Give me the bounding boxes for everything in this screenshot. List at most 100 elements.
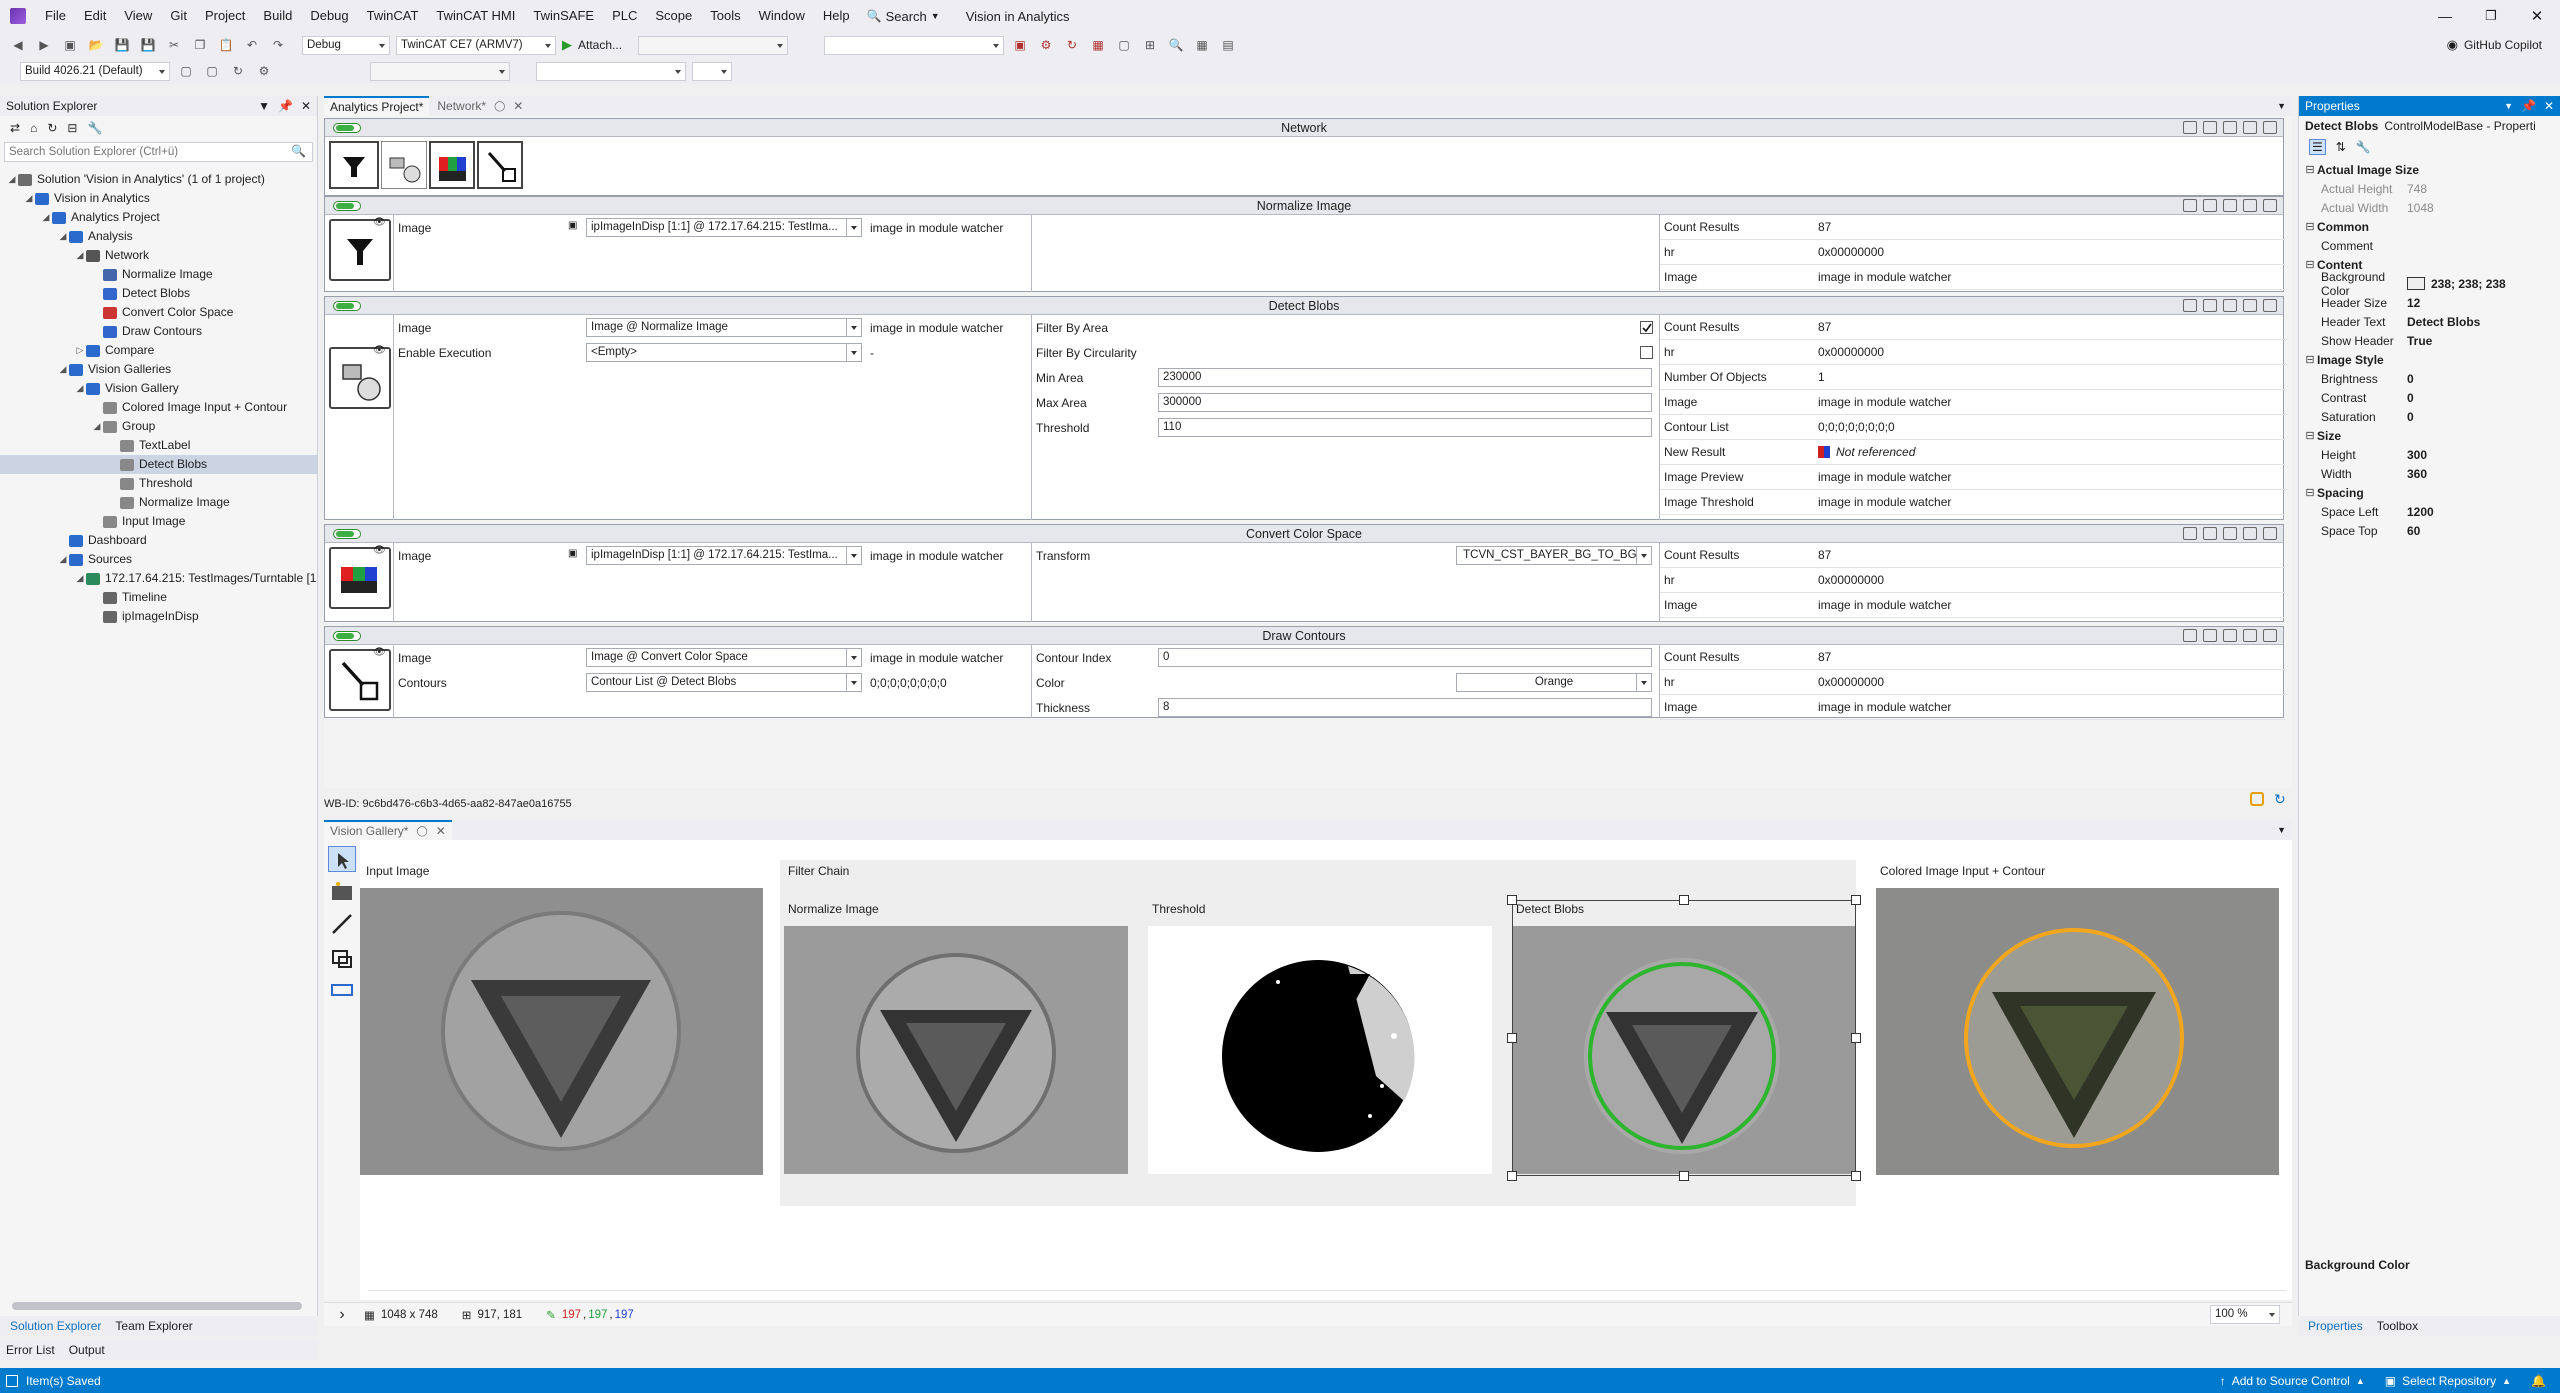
tree-item[interactable]: Convert Color Space xyxy=(0,303,317,322)
parameter-checkbox[interactable] xyxy=(1640,346,1653,359)
build-select[interactable]: Build 4026.21 (Default) xyxy=(20,61,170,81)
tab-output[interactable]: Output xyxy=(69,1343,105,1357)
module-preview-eye-icon[interactable]: 👁 xyxy=(373,545,386,556)
module-monitor-icon[interactable] xyxy=(2183,299,2197,312)
property-row[interactable]: Background Color 238; 238; 238 xyxy=(2303,270,2560,298)
property-object-selector[interactable]: Detect Blobs ControlModelBase - Properti xyxy=(2299,116,2560,136)
parameter-select[interactable]: Orange xyxy=(1456,673,1652,692)
threshold-image[interactable] xyxy=(1148,926,1492,1174)
menu-twincat-hmi[interactable]: TwinCAT HMI xyxy=(427,0,524,32)
menu-tools[interactable]: Tools xyxy=(701,0,749,32)
tree-item[interactable]: ▷ Compare xyxy=(0,341,317,360)
tab-analytics-project[interactable]: Analytics Project* xyxy=(324,96,430,116)
image-tool-icon[interactable] xyxy=(330,880,354,905)
menu-plc[interactable]: PLC xyxy=(603,0,646,32)
menu-file[interactable]: File xyxy=(36,0,75,32)
tree-item[interactable]: Detect Blobs xyxy=(0,284,317,303)
resize-handle[interactable] xyxy=(1679,895,1689,905)
source-link-icon[interactable]: ▣ xyxy=(568,220,577,231)
expand-arrow-icon[interactable]: ◢ xyxy=(57,550,69,569)
tab-solution-explorer[interactable]: Solution Explorer xyxy=(10,1319,101,1333)
menu-debug[interactable]: Debug xyxy=(301,0,357,32)
refresh-icon[interactable]: ↻ xyxy=(2274,791,2286,808)
network-refresh-icon[interactable] xyxy=(2243,121,2257,134)
property-category[interactable]: ⊟ Spacing xyxy=(2303,483,2560,502)
expand-arrow-icon[interactable]: ◢ xyxy=(23,189,35,208)
toolbar-icon-b[interactable]: ▢ xyxy=(202,61,222,81)
save-icon[interactable]: 💾 xyxy=(112,35,132,55)
twincat-activate-icon[interactable]: ⚙ xyxy=(1036,35,1056,55)
select-tool-icon[interactable] xyxy=(328,846,356,872)
module-refresh-icon[interactable] xyxy=(2243,299,2257,312)
expand-chevron-icon[interactable]: › xyxy=(324,1306,360,1324)
attach-button[interactable]: Attach... xyxy=(578,38,622,52)
module-link-icon[interactable] xyxy=(2223,199,2237,212)
region-tool-icon[interactable] xyxy=(330,980,354,1003)
input-source-select[interactable]: Image @ Normalize Image xyxy=(586,318,862,337)
start-icon[interactable]: ▶ xyxy=(562,37,572,53)
tree-item[interactable]: ipImageInDisp xyxy=(0,607,317,626)
property-row[interactable]: Actual Height 748 xyxy=(2303,179,2560,198)
twincat-scan-icon[interactable]: ▢ xyxy=(1114,35,1134,55)
parameter-input[interactable]: 8 xyxy=(1158,698,1652,717)
tree-item[interactable]: Normalize Image xyxy=(0,493,317,512)
search-dropdown-icon[interactable]: ▼ xyxy=(931,11,940,21)
expand-arrow-icon[interactable]: ◢ xyxy=(40,208,52,227)
expand-arrow-icon[interactable]: ◢ xyxy=(57,360,69,379)
module-save-icon[interactable] xyxy=(2203,629,2217,642)
tree-item[interactable]: Normalize Image xyxy=(0,265,317,284)
collapse-all-icon[interactable]: ⊟ xyxy=(67,121,77,135)
notifications-icon[interactable]: 🔔 xyxy=(2531,1374,2546,1388)
refresh-icon[interactable]: ↻ xyxy=(47,121,57,135)
undo-icon[interactable]: ↶ xyxy=(242,35,262,55)
tree-item[interactable]: ◢ Analysis xyxy=(0,227,317,246)
source-control-dropdown-icon[interactable]: ▲ xyxy=(2356,1376,2365,1386)
module-monitor-icon[interactable] xyxy=(2183,527,2197,540)
module-link-icon[interactable] xyxy=(2223,527,2237,540)
tree-item[interactable]: Detect Blobs xyxy=(0,455,317,474)
collapse-category-icon[interactable]: ⊟ xyxy=(2303,163,2317,176)
expand-arrow-icon[interactable]: ◢ xyxy=(6,170,18,189)
plc-instance-select[interactable] xyxy=(536,61,686,81)
close-panel-icon[interactable]: ✕ xyxy=(301,99,311,113)
notification-icon[interactable] xyxy=(2250,792,2264,806)
home-icon[interactable]: ⌂ xyxy=(30,121,37,135)
normalize-image[interactable] xyxy=(784,926,1128,1174)
property-row[interactable]: Brightness 0 xyxy=(2303,369,2560,388)
github-copilot-icon[interactable]: ◉ xyxy=(2447,37,2458,53)
tree-item[interactable]: Draw Contours xyxy=(0,322,317,341)
pin-icon[interactable]: ▼ xyxy=(258,99,270,113)
tree-horizontal-scrollbar[interactable] xyxy=(12,1302,302,1310)
redo-icon[interactable]: ↷ xyxy=(268,35,288,55)
module-enable-toggle[interactable] xyxy=(333,631,361,641)
menu-project[interactable]: Project xyxy=(196,0,254,32)
menu-build[interactable]: Build xyxy=(254,0,301,32)
menu-twincat[interactable]: TwinCAT xyxy=(358,0,428,32)
shape-tool-icon[interactable] xyxy=(330,946,354,973)
paste-icon[interactable]: 📋 xyxy=(216,35,236,55)
module-preview-eye-icon[interactable]: 👁 xyxy=(373,345,386,356)
layout-icon[interactable]: ▤ xyxy=(1218,35,1238,55)
module-preview-eye-icon[interactable]: 👁 xyxy=(373,647,386,658)
module-save-icon[interactable] xyxy=(2203,299,2217,312)
colored-contour-image[interactable] xyxy=(1876,888,2279,1175)
pin-tab-icon[interactable]: ◯ xyxy=(494,101,505,112)
search-icon[interactable]: 🔍 xyxy=(867,9,882,23)
repository-dropdown-icon[interactable]: ▲ xyxy=(2502,1376,2511,1386)
tab-overflow-icon[interactable]: ▼ xyxy=(2277,825,2286,835)
tree-item[interactable]: Input Image xyxy=(0,512,317,531)
input-image[interactable] xyxy=(360,888,763,1175)
expand-arrow-icon[interactable]: ◢ xyxy=(74,379,86,398)
input-source-select[interactable]: Image @ Convert Color Space xyxy=(586,648,862,667)
menu-git[interactable]: Git xyxy=(161,0,196,32)
module-enable-toggle[interactable] xyxy=(333,301,361,311)
tree-item[interactable]: ◢ Group xyxy=(0,417,317,436)
tab-error-list[interactable]: Error List xyxy=(6,1343,55,1357)
resize-handle[interactable] xyxy=(1507,1033,1517,1043)
autohide-icon[interactable]: 📌 xyxy=(278,99,293,113)
toolbar-icon-a[interactable]: ▢ xyxy=(176,61,196,81)
property-row[interactable]: Space Left 1200 xyxy=(2303,502,2560,521)
pin-tab-icon[interactable]: ◯ xyxy=(416,826,427,837)
property-category[interactable]: ⊟ Common xyxy=(2303,217,2560,236)
toolbar-icon-c[interactable]: ↻ xyxy=(228,61,248,81)
